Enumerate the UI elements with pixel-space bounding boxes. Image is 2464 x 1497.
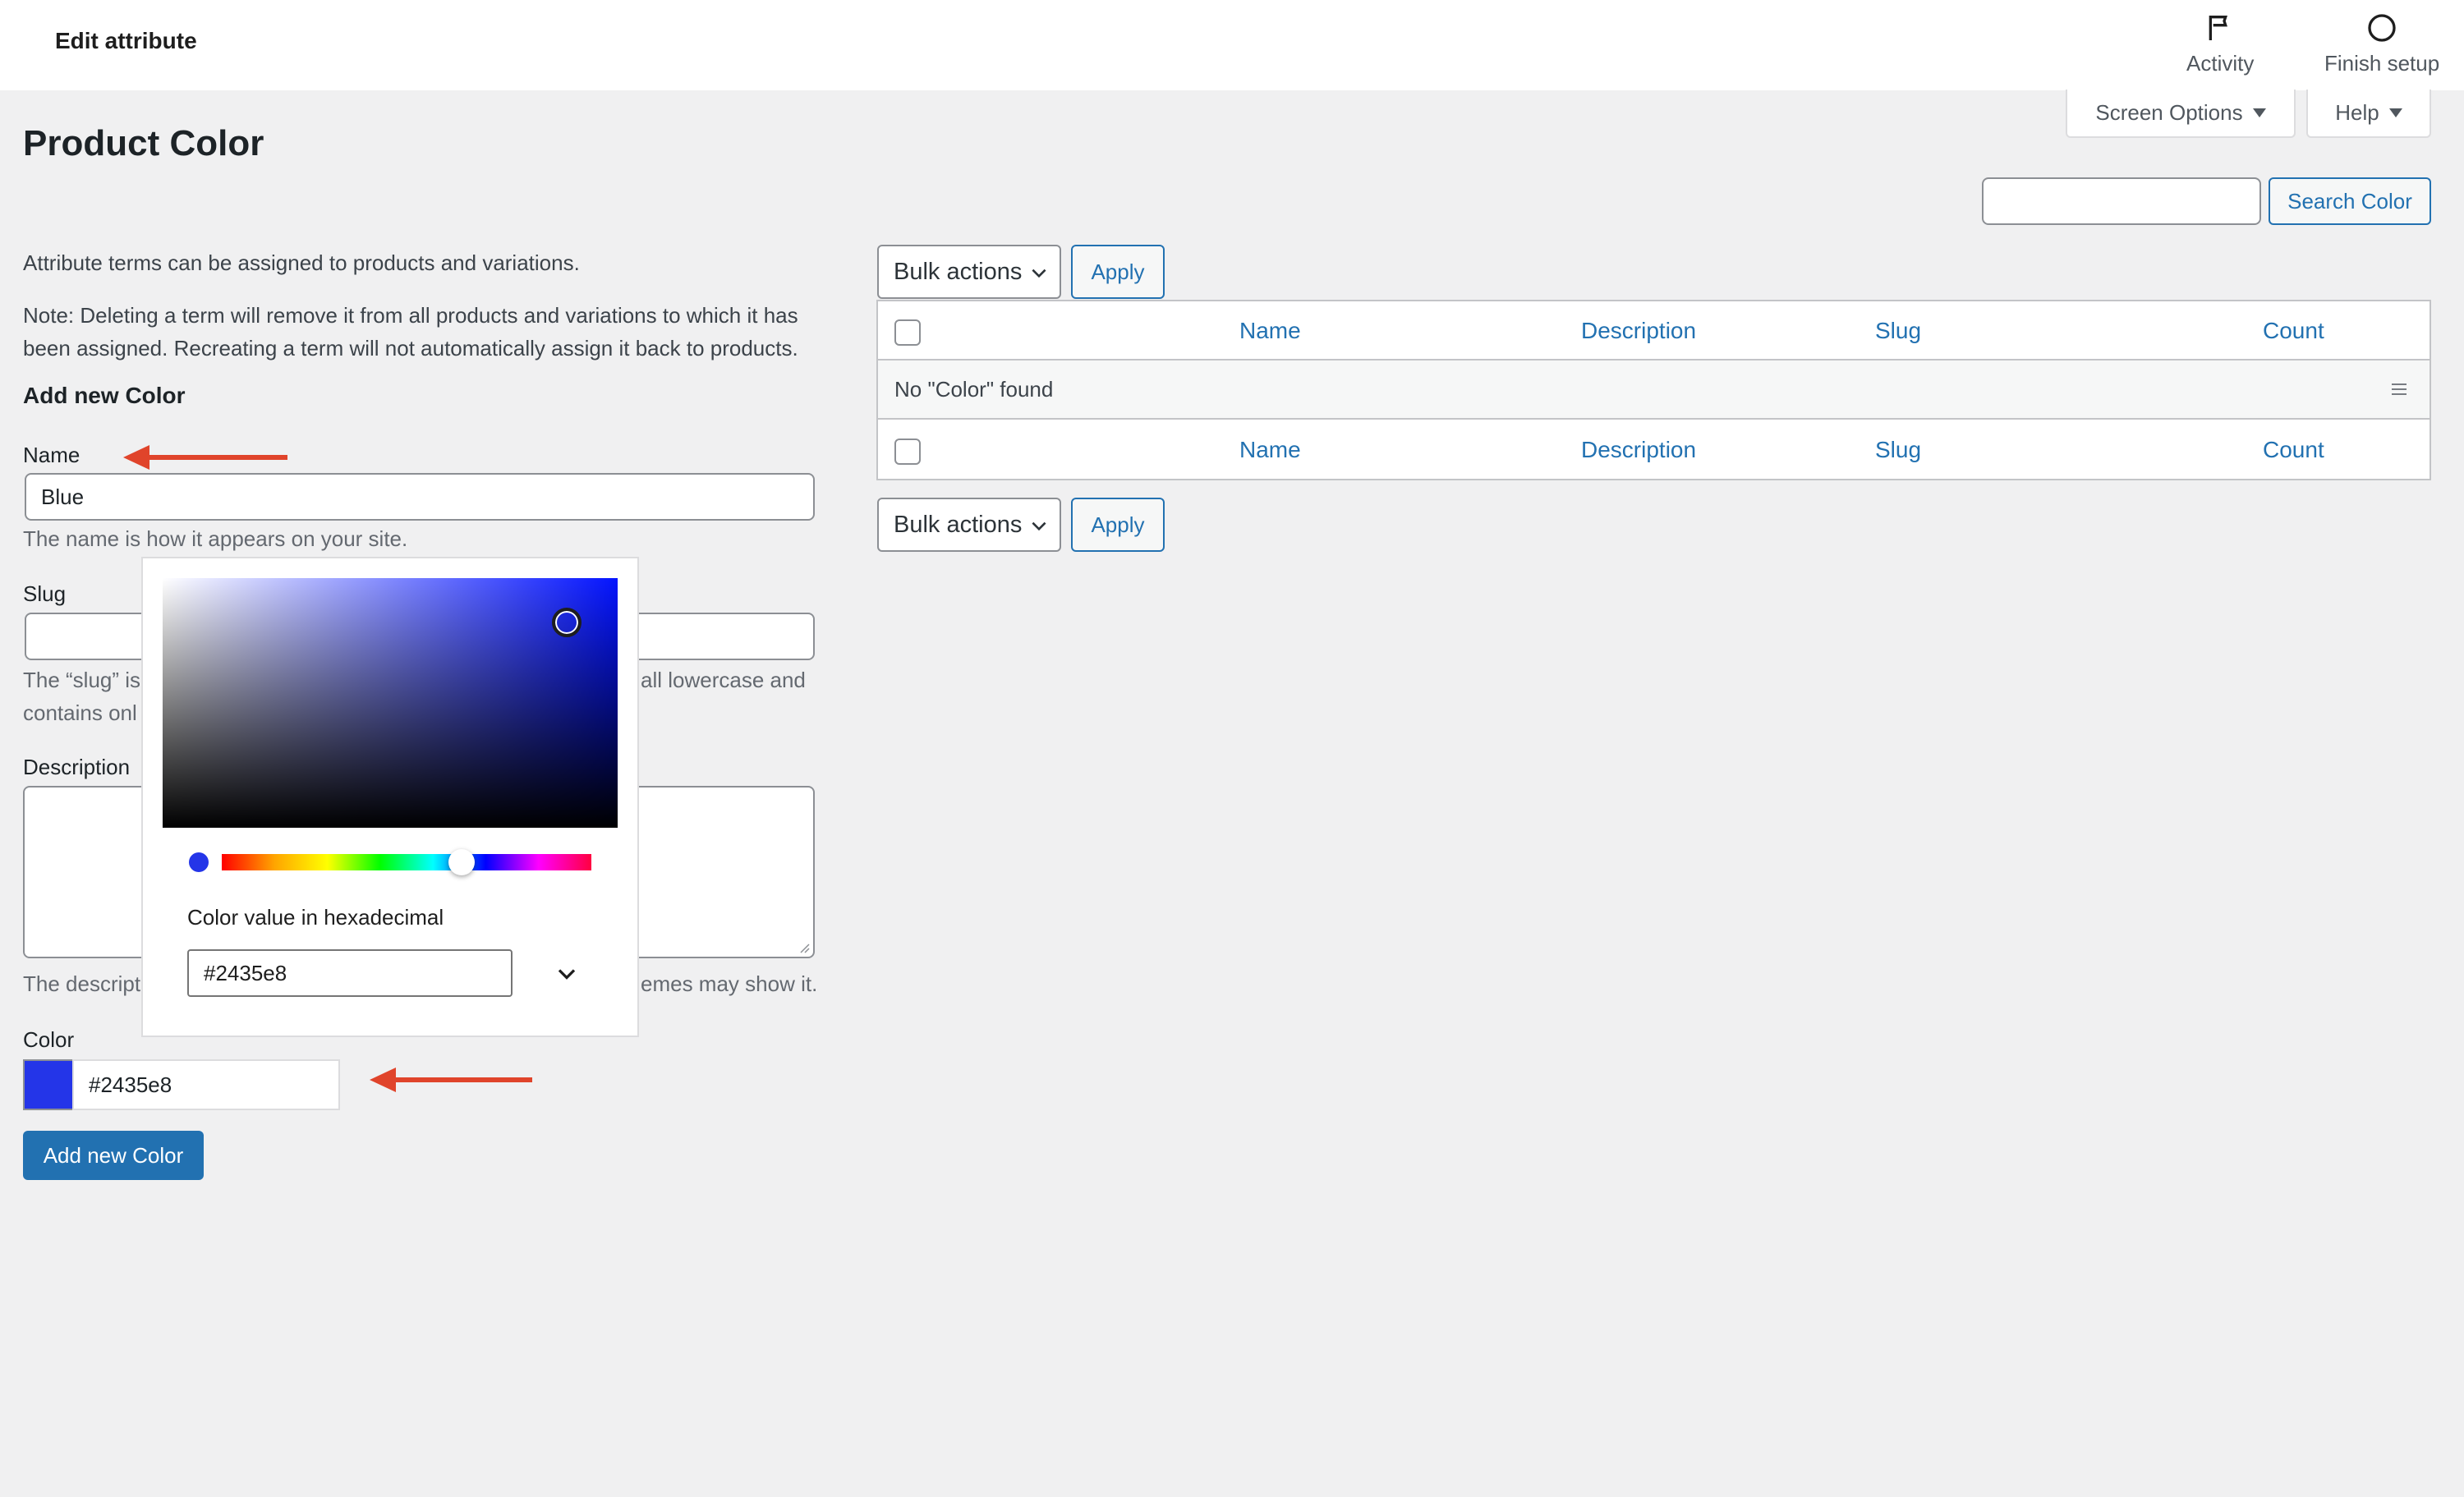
name-help: The name is how it appears on your site. [23,526,408,551]
column-count[interactable]: Count [2263,437,2324,463]
hue-slider[interactable] [222,854,591,870]
page-title: Product Color [23,123,264,163]
name-label: Name [23,443,80,467]
current-color-dot [189,852,209,872]
apply-button-bottom[interactable]: Apply [1071,498,1165,552]
description-label: Description [23,755,131,779]
empty-message: No "Color" found [894,377,1054,402]
select-all-checkbox[interactable] [894,439,921,465]
help-label: Help [2335,100,2379,125]
color-picker-popover: Color value in hexadecimal #2435e8 [141,557,639,1037]
add-new-color-button[interactable]: Add new Color [23,1131,204,1180]
hex-label: Color value in hexadecimal [187,905,444,930]
terms-table: Name Description Slug Count No "Color" f… [876,300,2431,480]
hex-input[interactable]: #2435e8 [187,949,513,997]
note-text-line1: Note: Deleting a term will remove it fro… [23,303,798,328]
bulk-actions-select-bottom[interactable]: Bulk actions [877,498,1061,552]
chevron-down-icon [1032,269,1046,278]
hue-slider-thumb[interactable] [448,849,475,875]
bulk-actions-label: Bulk actions [894,258,1023,285]
slug-label: Slug [23,581,67,606]
flag-icon [2209,16,2228,40]
triangle-down-icon [2252,108,2266,117]
add-new-heading: Add new Color [23,383,186,408]
search-color-button[interactable]: Search Color [2269,177,2431,225]
note-text-line2: been assigned. Recreating a term will no… [23,336,798,360]
column-count[interactable]: Count [2263,318,2324,344]
annotation-arrow-name [123,445,287,470]
apply-button-top[interactable]: Apply [1071,245,1165,299]
page-header-title: Edit attribute [55,28,197,53]
activity-label: Activity [2186,51,2255,76]
bulk-actions-label: Bulk actions [894,511,1023,538]
column-name[interactable]: Name [1239,318,1301,344]
description-help-1: The descript [23,971,141,996]
column-description[interactable]: Description [1581,318,1696,344]
menu-icon[interactable] [2390,382,2408,397]
saturation-handle[interactable] [552,608,582,637]
table-header: Name Description Slug Count [878,301,2430,360]
help-button[interactable]: Help [2306,90,2431,138]
column-name[interactable]: Name [1239,437,1301,463]
intro-text: Attribute terms can be assigned to produ… [23,250,580,275]
column-slug[interactable]: Slug [1875,318,1921,344]
screen-options-label: Screen Options [2095,100,2243,125]
search-input[interactable] [1982,177,2261,225]
color-label: Color [23,1027,75,1052]
table-row: No "Color" found [878,360,2430,420]
column-slug[interactable]: Slug [1875,437,1921,463]
table-footer: Name Description Slug Count [878,420,2430,480]
activity-button[interactable]: Activity [2186,11,2254,76]
top-bar: Edit attribute Activity Finish setup [0,0,2464,90]
bulk-actions-select-top[interactable]: Bulk actions [877,245,1061,299]
triangle-down-icon [2388,108,2402,117]
finish-setup-label: Finish setup [2324,51,2440,76]
circle-icon [2368,14,2396,42]
column-description[interactable]: Description [1581,437,1696,463]
screen-options-button[interactable]: Screen Options [2066,90,2296,138]
slug-help-3: contains onl [23,700,137,725]
annotation-arrow-color [370,1068,532,1092]
color-swatch-button[interactable] [23,1059,74,1110]
description-help-2: emes may show it. [641,971,818,996]
name-field[interactable]: Blue [25,473,815,521]
select-all-checkbox[interactable] [894,319,921,346]
chevron-down-icon[interactable] [552,959,582,989]
chevron-down-icon [1032,521,1046,531]
color-hex-field[interactable]: #2435e8 [72,1059,340,1110]
resize-grip-icon[interactable] [797,940,810,953]
slug-help-1: The “slug” is [23,668,141,692]
slug-help-2: all lowercase and [641,668,806,692]
finish-setup-button[interactable]: Finish setup [2324,11,2439,76]
saturation-panel[interactable] [163,578,618,828]
